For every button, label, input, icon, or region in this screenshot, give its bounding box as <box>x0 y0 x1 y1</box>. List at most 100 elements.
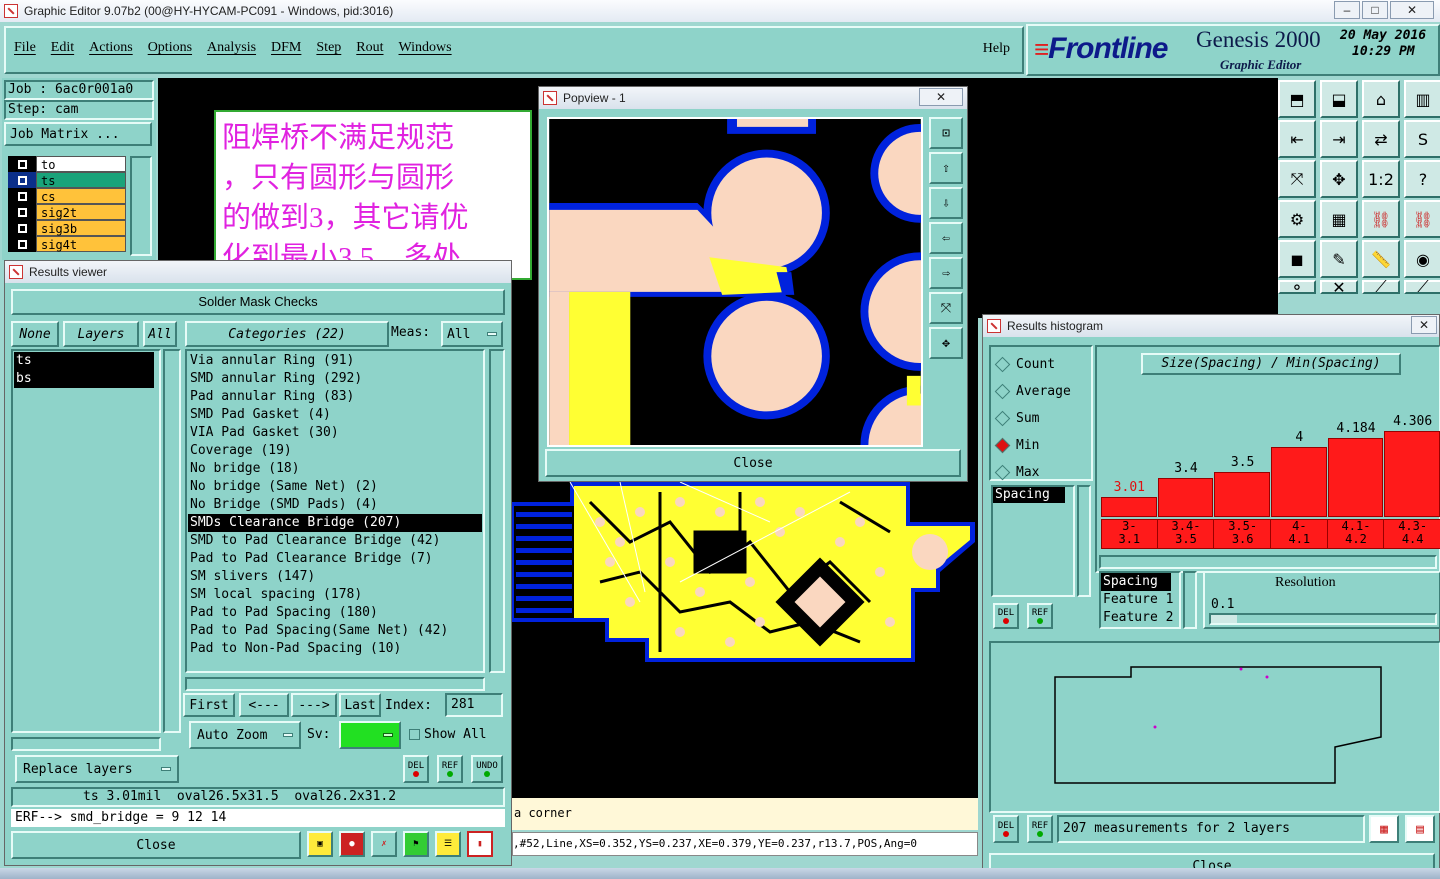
menu-actions[interactable]: Actions <box>89 40 133 56</box>
layer-list-hscroll[interactable] <box>11 737 161 751</box>
histogram-bar[interactable] <box>1327 438 1384 517</box>
field-item[interactable]: Spacing <box>1101 573 1171 591</box>
job-matrix-button[interactable]: Job Matrix ... <box>4 122 152 146</box>
layer-list-scrollbar[interactable] <box>163 349 181 733</box>
split-view-icon[interactable]: ▥ <box>1404 80 1440 118</box>
center-icon[interactable]: ✥ <box>1320 160 1358 198</box>
tools-icon[interactable]: ⚙ <box>1278 200 1316 238</box>
layer-row-to[interactable]: to <box>8 156 126 172</box>
ruler-icon[interactable]: 📏 <box>1362 240 1400 278</box>
fit-icon[interactable]: ⤧ <box>1278 160 1316 198</box>
meas-dropdown[interactable]: All <box>441 321 503 347</box>
scale-icon[interactable]: 1:2 <box>1362 160 1400 198</box>
menu-file[interactable]: File <box>14 40 36 56</box>
results-close-button[interactable]: Close <box>11 831 301 859</box>
layer-row-sig2t[interactable]: sig2t <box>8 204 126 220</box>
category-item[interactable]: Pad to Pad Spacing (180) <box>188 604 482 622</box>
undo-button[interactable]: UNDO <box>471 755 503 783</box>
histogram-bar[interactable] <box>1271 447 1327 517</box>
move-right-icon[interactable]: ⇥ <box>1320 120 1358 158</box>
popview-pan-up-icon[interactable]: ⇧ <box>929 152 963 184</box>
field-item[interactable]: Feature 1 <box>1101 591 1179 609</box>
select-icon[interactable]: ◼ <box>1278 240 1316 278</box>
window-bottom-icon[interactable]: ⬓ <box>1320 80 1358 118</box>
maximize-button[interactable]: □ <box>1362 1 1388 19</box>
slider-handle[interactable] <box>1211 615 1237 623</box>
histogram-bar[interactable] <box>1101 497 1157 517</box>
field-scroll[interactable] <box>1183 571 1197 629</box>
results-layer-list[interactable]: ts bs <box>11 349 161 733</box>
popview-pan-right-icon[interactable]: ⇨ <box>929 257 963 289</box>
export-icon[interactable]: ▦ <box>1369 815 1399 843</box>
menu-windows[interactable]: Windows <box>399 40 452 56</box>
category-item[interactable]: SM local spacing (178) <box>188 586 482 604</box>
pcb-board-view[interactable] <box>510 482 978 666</box>
category-item[interactable]: VIA Pad Gasket (30) <box>188 424 482 442</box>
link-icon[interactable]: ⟋ <box>1362 277 1400 296</box>
mode-radio-count[interactable]: Count <box>991 351 1091 378</box>
layer-row-sig4t[interactable]: sig4t <box>8 236 126 252</box>
swap-icon[interactable]: ⇄ <box>1362 120 1400 158</box>
histogram-close-icon[interactable]: ✕ <box>1411 316 1437 334</box>
menu-dfm[interactable]: DFM <box>271 40 301 56</box>
pen-icon[interactable]: ✎ <box>1320 240 1358 278</box>
category-hscroll[interactable] <box>185 677 485 691</box>
field-list[interactable]: Spacing Feature 1 Feature 2 <box>1099 571 1181 629</box>
net-edit-icon[interactable]: ⛓ <box>1404 200 1440 238</box>
histogram-bar[interactable] <box>1214 472 1270 517</box>
last-button[interactable]: Last <box>339 693 381 717</box>
category-item[interactable]: Pad to Pad Spacing(Same Net) (42) <box>188 622 482 640</box>
category-item[interactable]: Pad to Non-Pad Spacing (10) <box>188 640 482 658</box>
menu-rout[interactable]: Rout <box>356 40 383 56</box>
screen-icon[interactable]: ▣ <box>307 831 333 857</box>
layer-checkbox-icon[interactable] <box>8 204 36 220</box>
popview-fit-icon[interactable]: ⤧ <box>929 292 963 324</box>
cancel-icon[interactable]: ✗ <box>371 831 397 857</box>
next-button[interactable]: ---> <box>291 693 337 717</box>
resolution-slider[interactable] <box>1209 613 1437 625</box>
snap-icon[interactable]: S <box>1404 120 1440 158</box>
layers-button[interactable]: Layers <box>63 321 139 347</box>
ref-button[interactable]: REF <box>437 755 463 783</box>
layer-row-cs[interactable]: cs <box>8 188 126 204</box>
results-layer-item[interactable]: bs <box>14 370 154 388</box>
layer-scrollbar[interactable] <box>130 156 152 256</box>
menu-options[interactable]: Options <box>148 40 192 56</box>
category-list[interactable]: Via annular Ring (91) SMD annular Ring (2… <box>185 349 485 673</box>
category-item[interactable]: No bridge (Same Net) (2) <box>188 478 482 496</box>
flag-icon[interactable]: ⚑ <box>403 831 429 857</box>
prev-button[interactable]: <--- <box>239 693 289 717</box>
layer-row-sig3b[interactable]: sig3b <box>8 220 126 236</box>
histogram-bar[interactable] <box>1384 431 1440 517</box>
popview-home-icon[interactable]: ✥ <box>929 327 963 359</box>
category-item[interactable]: No Bridge (SMD Pads) (4) <box>188 496 482 514</box>
categories-button[interactable]: Categories (22) <box>185 321 389 347</box>
layer-row-ts[interactable]: ts <box>8 172 126 188</box>
popview-pan-down-icon[interactable]: ⇩ <box>929 187 963 219</box>
category-item[interactable]: No bridge (18) <box>188 460 482 478</box>
minimize-button[interactable]: – <box>1334 1 1360 19</box>
popview-zoom-icon[interactable]: ⊡ <box>929 117 963 149</box>
show-all-checkbox[interactable]: Show All <box>409 727 487 742</box>
net-icon[interactable]: ⛓ <box>1362 200 1400 238</box>
outline-ref-button[interactable]: REF <box>1027 815 1053 843</box>
category-scrollbar[interactable] <box>489 349 505 673</box>
connect-icon[interactable]: ⚬ <box>1278 278 1316 297</box>
mode-radio-min[interactable]: Min <box>991 432 1091 459</box>
category-item[interactable]: Coverage (19) <box>188 442 482 460</box>
board-outline-view[interactable] <box>989 641 1440 813</box>
link2-icon[interactable]: ⟋ <box>1404 277 1440 296</box>
category-item[interactable]: Pad to Pad Clearance Bridge (7) <box>188 550 482 568</box>
record-icon[interactable]: ● <box>339 831 365 857</box>
histogram-bar[interactable] <box>1157 478 1214 517</box>
category-item[interactable]: SMD annular Ring (292) <box>188 370 482 388</box>
layer-checkbox-icon[interactable] <box>8 172 36 188</box>
mode-radio-average[interactable]: Average <box>991 378 1091 405</box>
mode-radio-max[interactable]: Max <box>991 459 1091 486</box>
category-item[interactable]: Via annular Ring (91) <box>188 352 482 370</box>
del-button[interactable]: DEL <box>403 755 429 783</box>
auto-zoom-dropdown[interactable]: Auto Zoom <box>189 721 301 749</box>
hist-ref-button[interactable]: REF <box>1027 603 1053 629</box>
sv-color-dropdown[interactable] <box>339 721 401 749</box>
first-button[interactable]: First <box>183 693 235 717</box>
